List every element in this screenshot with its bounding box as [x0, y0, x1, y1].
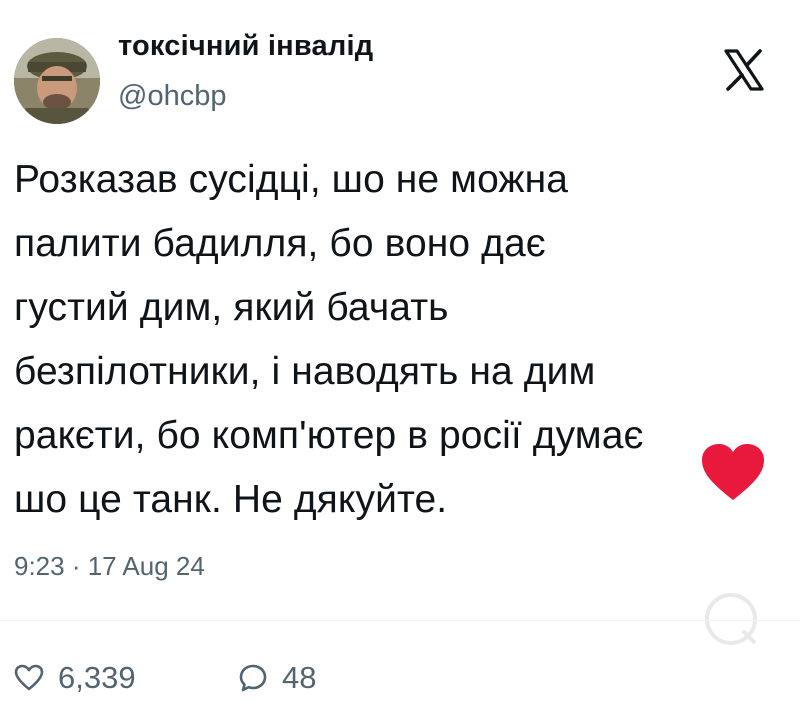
avatar-image [14, 38, 100, 124]
tweet-text: Розказав сусідці, шо не можна палити бад… [14, 158, 644, 521]
red-heart-icon[interactable] [700, 442, 766, 504]
reply-button[interactable]: 48 [238, 660, 316, 696]
avatar[interactable] [14, 38, 100, 124]
reply-count: 48 [282, 660, 317, 695]
x-logo-icon[interactable] [722, 48, 766, 92]
heart-outline-icon [14, 664, 44, 691]
divider [0, 620, 800, 621]
magnifier-circle-icon [705, 593, 757, 645]
tweet-timestamp[interactable]: 9:23 · 17 Aug 24 [14, 551, 205, 582]
like-button[interactable]: 6,339 [14, 660, 136, 696]
author-display-name[interactable]: токсічний інвалід [118, 30, 373, 63]
author-handle[interactable]: @ohcbp [118, 80, 226, 113]
speech-bubble-icon [239, 664, 267, 692]
like-count: 6,339 [58, 660, 136, 695]
